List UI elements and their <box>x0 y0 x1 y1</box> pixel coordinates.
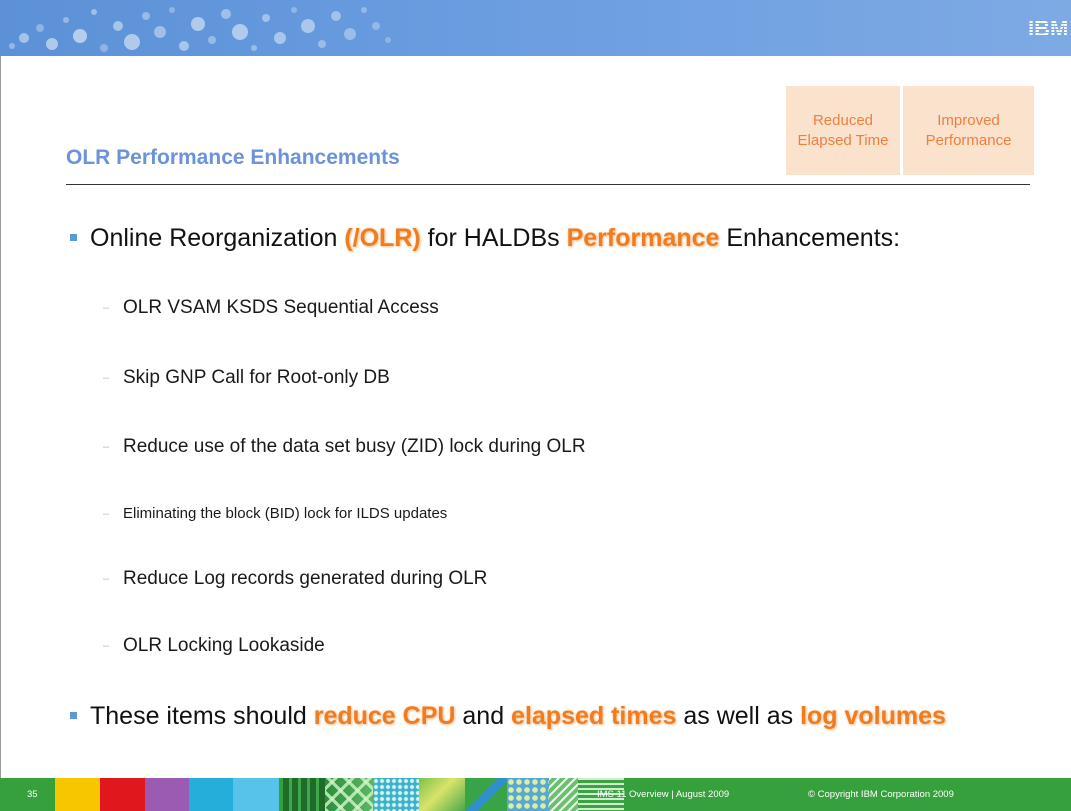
banner-dot <box>9 43 15 49</box>
banner-dot <box>232 24 248 40</box>
banner-dot <box>361 7 367 13</box>
footer-copyright: © Copyright IBM Corporation 2009 <box>808 789 954 800</box>
bullet-text-segment: Enhancements: <box>719 224 901 252</box>
sub-item-text: OLR Locking Lookaside <box>123 635 325 656</box>
footer-pattern-tile <box>549 778 578 811</box>
banner-dot <box>221 9 231 19</box>
footer-title: IMS 11 Overview | August 2009 <box>597 789 730 800</box>
bullet-text-segment: as well as <box>676 702 801 730</box>
banner-dot <box>344 28 356 40</box>
bullet-text-segment: and <box>455 702 512 730</box>
highlight-olr: (/OLR) <box>344 224 421 252</box>
sub-item: – Skip GNP Call for Root-only DB <box>103 366 1003 390</box>
bullet-summary: These items should reduce CPU and elapse… <box>0 701 1071 731</box>
tag-line: Elapsed Time <box>797 131 889 149</box>
slide: IBM OLR Performance Enhancements Reduced… <box>0 0 1071 811</box>
tag-improved-performance: Improved Performance <box>903 86 1034 175</box>
banner-dot <box>262 14 270 22</box>
bullet-online-reorganization: Online Reorganization (/OLR) for HALDBs … <box>0 223 1071 253</box>
bullet-text: Online Reorganization (/OLR) for HALDBs … <box>90 223 900 253</box>
footer-pattern-tile <box>325 778 373 811</box>
sub-item: – Reduce Log records generated during OL… <box>103 567 1003 591</box>
footer-pattern-tile <box>419 778 465 811</box>
banner-dot <box>46 38 58 50</box>
sub-item-text: Skip GNP Call for Root-only DB <box>123 367 390 388</box>
banner-dot <box>318 40 326 48</box>
sub-item: – Reduce use of the data set busy (ZID) … <box>103 435 1003 459</box>
tag-reduced-elapsed-time: Reduced Elapsed Time <box>786 86 900 175</box>
footer-block-purple <box>145 778 189 811</box>
banner-dot <box>113 21 123 31</box>
banner-dot <box>142 12 150 20</box>
sub-item-text: OLR VSAM KSDS Sequential Access <box>123 297 439 318</box>
slide-left-border <box>0 56 1 778</box>
bullet-text-segment: Online Reorganization <box>90 224 345 252</box>
banner-dot <box>19 33 29 43</box>
banner-dot <box>208 36 216 44</box>
ibm-logo-text: IBM <box>1028 16 1068 41</box>
dash-icon: – <box>103 302 110 314</box>
dash-icon: – <box>103 573 110 585</box>
footer-block-light-blue <box>233 778 279 811</box>
highlight-log-volumes: log volumes <box>800 702 946 730</box>
banner-dot <box>91 9 97 15</box>
page-number: 35 <box>27 789 38 800</box>
sub-item-text: Reduce use of the data set busy (ZID) lo… <box>123 436 586 457</box>
bullet-text-segment: for HALDBs <box>420 224 567 252</box>
bullet-square-icon <box>70 712 77 719</box>
highlight-reduce-cpu: reduce CPU <box>313 702 456 730</box>
banner-dot-pattern <box>9 7 391 52</box>
dash-icon: – <box>103 508 110 520</box>
header-banner: IBM <box>0 0 1071 56</box>
footer-block-yellow <box>55 778 100 811</box>
banner-dot <box>301 19 315 33</box>
banner-dot <box>124 34 140 50</box>
banner-dot <box>291 7 297 13</box>
page-title: OLR Performance Enhancements <box>66 146 400 169</box>
dash-icon: – <box>103 640 110 652</box>
footer-bar: 35 IMS 11 Overview | August 2009 © Copyr… <box>0 778 1071 811</box>
bullet-text: These items should reduce CPU and elapse… <box>90 701 946 731</box>
tag-line: Improved <box>937 111 1000 129</box>
highlight-performance: Performance <box>566 224 720 252</box>
footer-pattern-tile <box>465 778 507 811</box>
banner-dot <box>372 22 380 30</box>
banner-dot <box>331 11 341 21</box>
tag-line: Reduced <box>812 111 874 129</box>
banner-dot <box>63 17 69 23</box>
sub-item: – OLR Locking Lookaside <box>103 634 1003 658</box>
sub-item-text: Eliminating the block (BID) lock for ILD… <box>123 505 448 522</box>
banner-dot <box>251 45 257 51</box>
banner-dot <box>191 17 205 31</box>
banner-dot <box>274 32 286 44</box>
banner-dot <box>100 44 108 52</box>
sub-item: – Eliminating the block (BID) lock for I… <box>103 502 1003 526</box>
banner-dot <box>154 26 166 38</box>
footer-block-red <box>100 778 145 811</box>
footer-pattern-tile <box>373 778 419 811</box>
dash-icon: – <box>103 372 110 384</box>
banner-dot <box>385 37 391 43</box>
ibm-logo: IBM <box>1028 16 1068 41</box>
highlight-elapsed-times: elapsed times <box>511 702 677 730</box>
tag-line: Performance <box>925 131 1012 149</box>
banner-dot <box>179 41 189 51</box>
banner-dot <box>169 7 175 13</box>
sub-item: – OLR VSAM KSDS Sequential Access <box>103 296 1003 320</box>
bullet-text-segment: These items should <box>90 702 314 730</box>
footer-block-cyan <box>189 778 233 811</box>
banner-dot <box>73 29 87 43</box>
banner-dot <box>36 24 44 32</box>
footer-pattern-tile <box>507 778 549 811</box>
dash-icon: – <box>103 441 110 453</box>
title-rule <box>66 184 1030 185</box>
bullet-square-icon <box>70 234 77 241</box>
sub-item-text: Reduce Log records generated during OLR <box>123 568 488 589</box>
footer-pattern-tile <box>283 778 325 811</box>
